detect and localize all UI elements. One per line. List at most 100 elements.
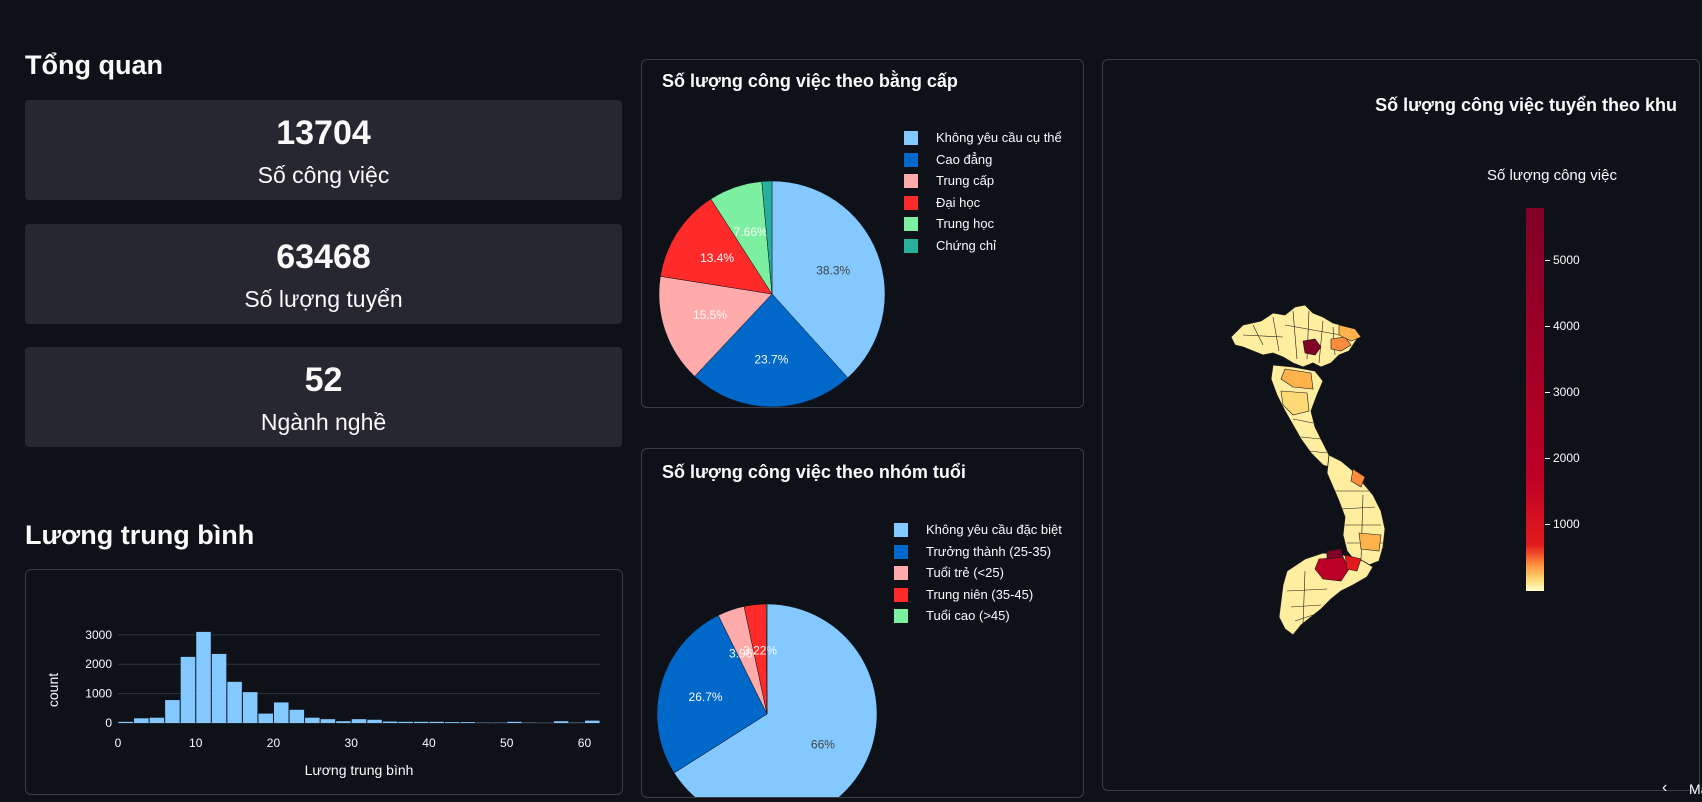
metric-card-hires: 63468 Số lượng tuyển [25, 224, 622, 324]
pie-slice-label: 13.4% [700, 251, 734, 265]
histogram-bar[interactable] [429, 721, 445, 723]
legend-label: Tuổi cao (>45) [926, 608, 1010, 623]
colorbar-tick-label: 2000 [1545, 450, 1580, 465]
y-tick-label: 0 [105, 716, 112, 730]
histogram-bar[interactable] [227, 681, 242, 723]
histogram-bar[interactable] [553, 721, 569, 723]
age-pie-chart: 66%26.7%3.96%3.22% [656, 603, 878, 797]
salary-histogram: 0 1000 2000 3000 0 10 20 30 40 50 60 count Lương … [45, 628, 600, 778]
metric-label: Ngành nghề [260, 409, 387, 435]
pie-slice-label: 23.7% [754, 353, 788, 367]
pie-slice-label: 26.7% [689, 690, 723, 704]
histogram-bar[interactable] [273, 702, 289, 723]
legend-label: Chứng chỉ [936, 237, 997, 253]
legend-swatch [904, 152, 918, 167]
histogram-bar[interactable] [180, 656, 196, 723]
metric-value: 52 [304, 361, 343, 399]
map-region-binhduong [1326, 548, 1344, 560]
pie-slice-label: 3.22% [743, 644, 777, 658]
legend-label: Không yêu cầu đặc biệt [926, 522, 1062, 537]
legend-label: Tuổi trẻ (<25) [926, 565, 1004, 580]
colorbar [1526, 208, 1544, 591]
histogram-bar[interactable] [289, 709, 305, 723]
legend-label: Không yêu cầu cụ thể [936, 130, 1062, 145]
colorbar-tick-label: 5000 [1545, 252, 1580, 267]
legend-swatch [894, 609, 908, 623]
y-tick-label: 3000 [85, 628, 112, 642]
legend-swatch [904, 131, 918, 145]
histogram-bar[interactable] [149, 717, 165, 723]
x-tick-label: 50 [500, 736, 514, 750]
nav-label: Ma [1689, 781, 1702, 797]
histogram-bar[interactable] [305, 717, 320, 723]
metric-label: Số lượng tuyển [244, 286, 403, 312]
histogram-bar[interactable] [367, 719, 382, 723]
legend-swatch [904, 174, 918, 188]
age-pie-panel: Số lượng công việc theo nhóm tuổi 66% 26.… [641, 448, 1084, 798]
colorbar-tick-label: 4000 [1545, 318, 1580, 333]
x-tick-label: 10 [189, 736, 203, 750]
x-tick-label: 20 [267, 736, 281, 750]
colorbar-title: Số lượng công việc [1487, 167, 1617, 184]
chevron-left-icon[interactable]: ‹ [1662, 779, 1667, 797]
histogram-bar[interactable] [242, 692, 258, 723]
x-tick-label: 60 [578, 736, 592, 750]
histogram-bar[interactable] [445, 722, 460, 723]
histogram-bar[interactable] [584, 720, 600, 723]
colorbar-tick-label: 3000 [1545, 384, 1580, 399]
histogram-y-label: count [45, 673, 61, 707]
histogram-bar[interactable] [507, 721, 522, 723]
map-panel: Số lượng công việc tuyển theo khu Số lượ… [1102, 59, 1700, 791]
histogram-x-label: Lương trung bình [305, 762, 414, 778]
metric-card-jobs: 13704 Số công việc [25, 100, 622, 200]
colorbar-tick-label: 1000 [1545, 516, 1580, 531]
salary-title: Lương trung bình [25, 520, 255, 550]
pie-slice-label: 38.3% [816, 263, 850, 277]
y-tick-label: 1000 [85, 687, 112, 701]
metric-label: Số công việc [257, 162, 390, 188]
legend-swatch [904, 238, 918, 253]
salary-histogram-panel: 0 1000 2000 3000 0 10 20 30 40 50 60 count Lương … [25, 569, 623, 795]
histogram-bar[interactable] [211, 653, 227, 723]
legend-label: Trưởng thành (25-35) [926, 543, 1052, 559]
legend-label: Đại học [936, 194, 981, 210]
histogram-bar[interactable] [398, 721, 413, 723]
legend-label: Cao đẳng [936, 151, 993, 167]
legend-swatch [894, 587, 908, 602]
legend-swatch [894, 566, 908, 580]
y-tick-label: 2000 [85, 657, 112, 671]
x-tick-label: 30 [345, 736, 359, 750]
legend-label: Trung cấp [936, 173, 995, 188]
histogram-bar[interactable] [336, 721, 351, 723]
x-tick-label: 0 [115, 736, 122, 750]
histogram-bar[interactable] [196, 631, 211, 723]
histogram-bar[interactable] [165, 700, 180, 723]
histogram-bar[interactable] [351, 719, 367, 723]
histogram-bar[interactable] [134, 718, 149, 723]
metric-card-industries: 52 Ngành nghề [25, 347, 622, 447]
legend-label: Trung học [936, 216, 995, 231]
histogram-bar[interactable] [320, 719, 336, 723]
histogram-y-ticks: 0 1000 2000 3000 [85, 628, 112, 730]
pie-slice-label: 7.66% [734, 225, 768, 239]
map-title: Số lượng công việc tuyển theo khu [1375, 95, 1677, 115]
map-region-north [1230, 304, 1358, 368]
histogram-bar[interactable] [258, 713, 273, 723]
histogram-x-ticks: 0 10 20 30 40 50 60 [115, 736, 592, 750]
histogram-bar[interactable] [460, 722, 476, 723]
vietnam-choropleth-map [1230, 304, 1386, 636]
histogram-bar[interactable] [382, 721, 398, 723]
pie-slice-label: 15.5% [693, 308, 727, 322]
histogram-bar[interactable] [118, 721, 134, 723]
page-navigation[interactable]: ‹ Ma [1662, 774, 1702, 802]
x-tick-label: 40 [422, 736, 436, 750]
legend-swatch [904, 195, 918, 210]
map-region-khanhhoa [1358, 532, 1382, 552]
pie-slice-label: 66% [811, 738, 835, 752]
histogram-bars [118, 631, 600, 723]
degree-pie-panel: Số lượng công việc theo bằng cấp 38.3% 23… [641, 59, 1084, 408]
legend-swatch [904, 217, 918, 231]
metric-value: 63468 [276, 238, 371, 276]
histogram-bar[interactable] [413, 721, 429, 723]
legend-swatch [894, 523, 908, 537]
